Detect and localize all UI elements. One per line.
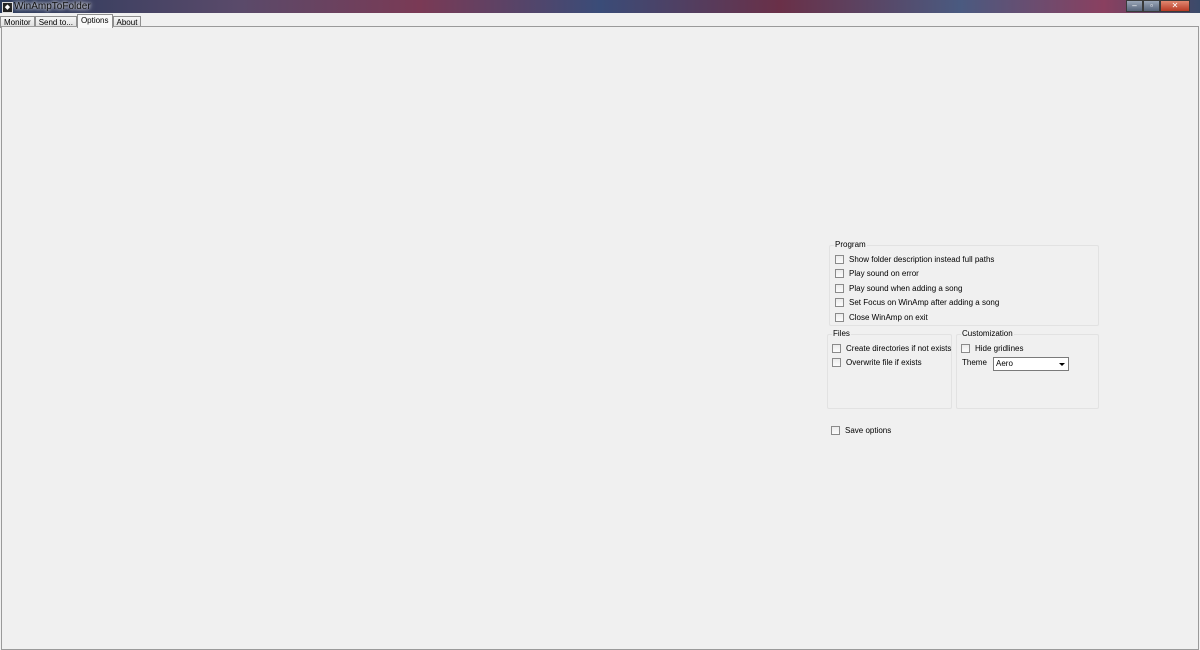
checkbox-label: Overwrite file if exists (846, 357, 922, 367)
hide-gridlines-checkbox[interactable]: Hide gridlines (961, 342, 1023, 354)
checkbox-label: Save options (845, 425, 892, 435)
play-sound-on-error-checkbox[interactable]: Play sound on error (835, 267, 919, 279)
options-panel: Program Show folder description instead … (1, 26, 1199, 650)
minimize-button[interactable]: ‒ (1126, 0, 1143, 12)
dropdown-arrow-icon[interactable] (1059, 363, 1065, 366)
checkbox-box[interactable] (961, 343, 970, 353)
files-group: Files Create directories if not exists O… (827, 328, 952, 409)
checkbox-box[interactable] (835, 268, 844, 278)
checkbox-label: Show folder description instead full pat… (849, 254, 995, 264)
play-sound-adding-song-checkbox[interactable]: Play sound when adding a song (835, 282, 962, 294)
winamp-icon[interactable]: ◆ (2, 2, 13, 13)
program-group: Program Show folder description instead … (829, 239, 1099, 326)
theme-select[interactable]: Aero (993, 357, 1069, 371)
checkbox-box[interactable] (835, 312, 844, 322)
checkbox-box[interactable] (832, 343, 841, 353)
files-group-title: Files (832, 328, 851, 340)
checkbox-box[interactable] (835, 283, 844, 293)
close-button[interactable]: ✕ (1160, 0, 1190, 12)
save-options-checkbox[interactable]: Save options (831, 424, 891, 436)
title-bar[interactable]: ◆ WinAmpToFolder ‒ ▫ ✕ (0, 0, 1200, 13)
close-winamp-on-exit-checkbox[interactable]: Close WinAmp on exit (835, 311, 928, 323)
window-title: WinAmpToFolder (14, 1, 91, 12)
checkbox-label: Create directories if not exists (846, 343, 952, 353)
theme-label: Theme (962, 358, 987, 367)
checkbox-label: Play sound on error (849, 268, 919, 278)
checkbox-box[interactable] (831, 425, 840, 435)
window-controls: ‒ ▫ ✕ (1126, 0, 1190, 12)
overwrite-file-checkbox[interactable]: Overwrite file if exists (832, 356, 922, 368)
checkbox-box[interactable] (832, 357, 841, 367)
show-folder-description-checkbox[interactable]: Show folder description instead full pat… (835, 253, 994, 265)
theme-select-value: Aero (996, 359, 1013, 368)
checkbox-box[interactable] (835, 254, 844, 264)
maximize-button[interactable]: ▫ (1143, 0, 1160, 12)
customization-group-title: Customization (961, 328, 1014, 340)
checkbox-label: Hide gridlines (975, 343, 1024, 353)
checkbox-label: Play sound when adding a song (849, 283, 963, 293)
checkbox-label: Close WinAmp on exit (849, 312, 928, 322)
checkbox-box[interactable] (835, 297, 844, 307)
app-window: ◆ WinAmpToFolder ‒ ▫ ✕ Monitor Send to..… (0, 0, 1200, 650)
tab-options[interactable]: Options (76, 14, 113, 28)
create-directories-checkbox[interactable]: Create directories if not exists (832, 342, 951, 354)
customization-group: Customization Hide gridlines Theme Aero (956, 328, 1099, 409)
checkbox-label: Set Focus on WinAmp after adding a song (849, 297, 1000, 307)
set-focus-winamp-checkbox[interactable]: Set Focus on WinAmp after adding a song (835, 296, 999, 308)
program-group-title: Program (834, 239, 867, 251)
